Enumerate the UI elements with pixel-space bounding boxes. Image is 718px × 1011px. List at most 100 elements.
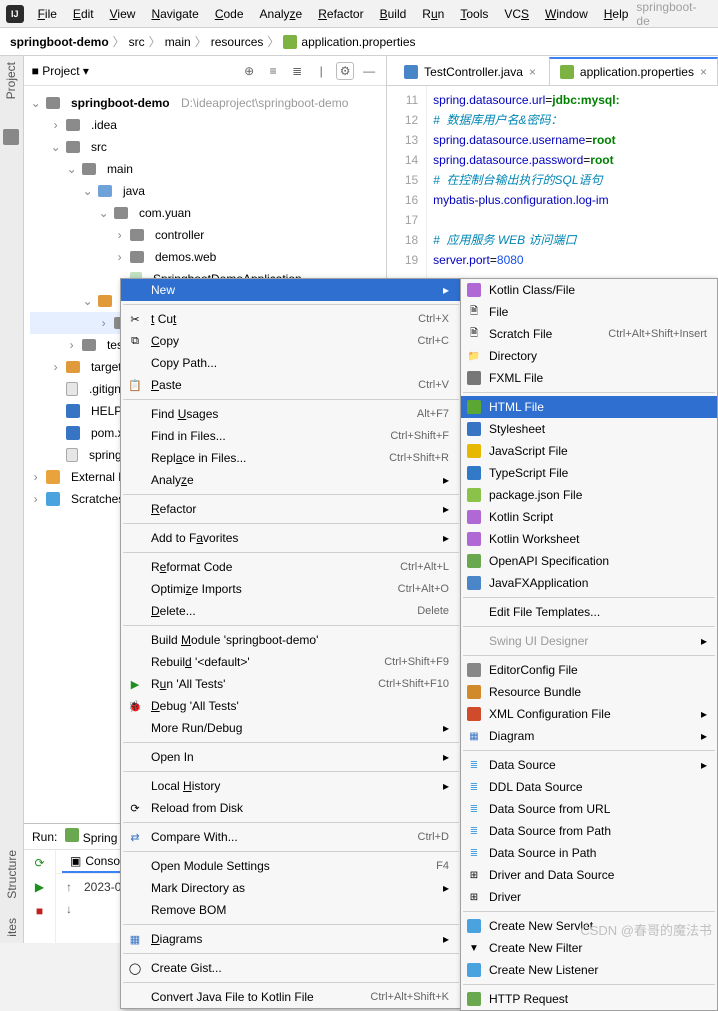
sub-javafx[interactable]: JavaFXApplication (461, 572, 717, 594)
up-icon[interactable]: ↑ (60, 878, 78, 896)
ctx-debugtests[interactable]: 🐞Debug 'All Tests' (121, 695, 461, 717)
ctx-localhist[interactable]: Local History▸ (121, 775, 461, 797)
sub-driver[interactable]: ⊞Driver (461, 886, 717, 908)
sub-openapi[interactable]: OpenAPI Specification (461, 550, 717, 572)
sub-scratch[interactable]: 🗎Scratch FileCtrl+Alt+Shift+Insert (461, 323, 717, 345)
crumb-src[interactable]: src (129, 35, 145, 49)
ctx-cut[interactable]: ✂t CutCutCtrl+X (121, 308, 461, 330)
ctx-delete[interactable]: Delete...Delete (121, 600, 461, 622)
sub-stylesheet[interactable]: Stylesheet (461, 418, 717, 440)
ctx-findinfiles[interactable]: Find in Files...Ctrl+Shift+F (121, 425, 461, 447)
sub-kotlinws[interactable]: Kotlin Worksheet (461, 528, 717, 550)
ctx-copy[interactable]: ⧉CopyCtrl+C (121, 330, 461, 352)
tree-java[interactable]: ⌄ java (30, 180, 387, 202)
ctx-buildmod[interactable]: Build Module 'springboot-demo' (121, 629, 461, 651)
menu-window[interactable]: Window (537, 3, 596, 25)
sub-jsfile[interactable]: JavaScript File (461, 440, 717, 462)
ctx-replaceinfiles[interactable]: Replace in Files...Ctrl+Shift+R (121, 447, 461, 469)
menu-view[interactable]: View (102, 3, 144, 25)
ctx-openmodule[interactable]: Open Module SettingsF4 (121, 855, 461, 877)
ctx-paste[interactable]: 📋PasteCtrl+V (121, 374, 461, 396)
menu-build[interactable]: Build (372, 3, 415, 25)
sub-dsurl[interactable]: ≣Data Source from URL (461, 798, 717, 820)
tree-controller[interactable]: › controller (30, 224, 387, 246)
gear-icon[interactable]: ⚙ (336, 62, 354, 80)
tree-pkg[interactable]: ⌄ com.yuan (30, 202, 387, 224)
expand-all-icon[interactable]: ≡ (264, 62, 282, 80)
sub-htmlfile[interactable]: HTML File (461, 396, 717, 418)
sub-kotlinclass[interactable]: Kotlin Class/File (461, 279, 717, 301)
select-opened-icon[interactable]: ⊕ (240, 62, 258, 80)
crumb-main[interactable]: main (165, 35, 191, 49)
ctx-runtests[interactable]: ▶Run 'All Tests'Ctrl+Shift+F10 (121, 673, 461, 695)
sub-dspath[interactable]: ≣Data Source from Path (461, 820, 717, 842)
ctx-reformat[interactable]: Reformat CodeCtrl+Alt+L (121, 556, 461, 578)
menu-navigate[interactable]: Navigate (143, 3, 206, 25)
menu-run[interactable]: Run (414, 3, 452, 25)
run-icon[interactable]: ▶ (31, 878, 49, 896)
menu-edit[interactable]: Edit (65, 3, 102, 25)
rerun-icon[interactable]: ⟳ (31, 854, 49, 872)
sub-xmlconfig[interactable]: XML Configuration File▸ (461, 703, 717, 725)
crumb-file[interactable]: application.properties (301, 35, 415, 49)
stop-icon[interactable]: ■ (31, 902, 49, 920)
crumb-project[interactable]: springboot-demo (10, 35, 109, 49)
sub-driverds[interactable]: ⊞Driver and Data Source (461, 864, 717, 886)
sub-editorconfig[interactable]: EditorConfig File (461, 659, 717, 681)
sub-filter[interactable]: ▼Create New Filter (461, 937, 717, 959)
sub-diagram[interactable]: ▦Diagram▸ (461, 725, 717, 747)
tab-testcontroller[interactable]: TestController.java× (393, 58, 547, 85)
ctx-markdir[interactable]: Mark Directory as▸ (121, 877, 461, 899)
sub-httpreq[interactable]: HTTP Request (461, 988, 717, 1010)
sub-kotlinscript[interactable]: Kotlin Script (461, 506, 717, 528)
tab-appproperties[interactable]: application.properties× (549, 57, 718, 85)
sub-tsfile[interactable]: TypeScript File (461, 462, 717, 484)
ctx-compare[interactable]: ⇄Compare With...Ctrl+D (121, 826, 461, 848)
ctx-refactor[interactable]: Refactor▸ (121, 498, 461, 520)
menu-vcs[interactable]: VCS (496, 3, 537, 25)
tree-idea[interactable]: › .idea (30, 114, 387, 136)
sub-datasource[interactable]: ≣Data Source▸ (461, 754, 717, 776)
rail-structure[interactable]: Structure (5, 850, 19, 899)
ctx-reload[interactable]: ⟳Reload from Disk (121, 797, 461, 819)
sub-dsinpath[interactable]: ≣Data Source in Path (461, 842, 717, 864)
tree-root[interactable]: ⌄ springboot-demo D:\ideaproject\springb… (30, 92, 387, 114)
ctx-analyze[interactable]: Analyze▸ (121, 469, 461, 491)
ctx-findusages[interactable]: Find UsagesAlt+F7 (121, 403, 461, 425)
crumb-resources[interactable]: resources (211, 35, 264, 49)
sub-resbundle[interactable]: Resource Bundle (461, 681, 717, 703)
close-icon[interactable]: × (700, 65, 707, 79)
rail-favorites[interactable]: ites (5, 918, 19, 937)
run-config[interactable]: Spring (65, 828, 117, 845)
ctx-morerun[interactable]: More Run/Debug▸ (121, 717, 461, 739)
ctx-openin[interactable]: Open In▸ (121, 746, 461, 768)
sub-directory[interactable]: 📁Directory (461, 345, 717, 367)
sub-file[interactable]: 🗎File (461, 301, 717, 323)
collapse-all-icon[interactable]: ≣ (288, 62, 306, 80)
hide-icon[interactable]: — (360, 62, 378, 80)
ctx-creategist[interactable]: ◯Create Gist... (121, 957, 461, 979)
sub-pkgjson[interactable]: package.json File (461, 484, 717, 506)
ctx-optimize[interactable]: Optimize ImportsCtrl+Alt+O (121, 578, 461, 600)
tree-demosweb[interactable]: › demos.web (30, 246, 387, 268)
menu-refactor[interactable]: Refactor (310, 3, 371, 25)
ctx-convert[interactable]: Convert Java File to Kotlin FileCtrl+Alt… (121, 986, 461, 1008)
ctx-favorites[interactable]: Add to Favorites▸ (121, 527, 461, 549)
sub-edittmpl[interactable]: Edit File Templates... (461, 601, 717, 623)
ctx-diagrams[interactable]: ▦Diagrams▸ (121, 928, 461, 950)
sub-swing[interactable]: Swing UI Designer▸ (461, 630, 717, 652)
sub-listener[interactable]: Create New Listener (461, 959, 717, 981)
rail-icon[interactable] (3, 129, 19, 145)
menu-file[interactable]: File (30, 3, 65, 25)
sub-fxml[interactable]: FXML File (461, 367, 717, 389)
ctx-rebuild[interactable]: Rebuild '<default>'Ctrl+Shift+F9 (121, 651, 461, 673)
menu-analyze[interactable]: Analyze (252, 3, 311, 25)
tree-main[interactable]: ⌄ main (30, 158, 387, 180)
menu-tools[interactable]: Tools (452, 3, 496, 25)
close-icon[interactable]: × (529, 65, 536, 79)
ctx-removebom[interactable]: Remove BOM (121, 899, 461, 921)
ctx-new[interactable]: New▸ (121, 279, 461, 301)
ctx-copypath[interactable]: Copy Path... (121, 352, 461, 374)
menu-code[interactable]: Code (207, 3, 252, 25)
sub-ddl[interactable]: ≣DDL Data Source (461, 776, 717, 798)
